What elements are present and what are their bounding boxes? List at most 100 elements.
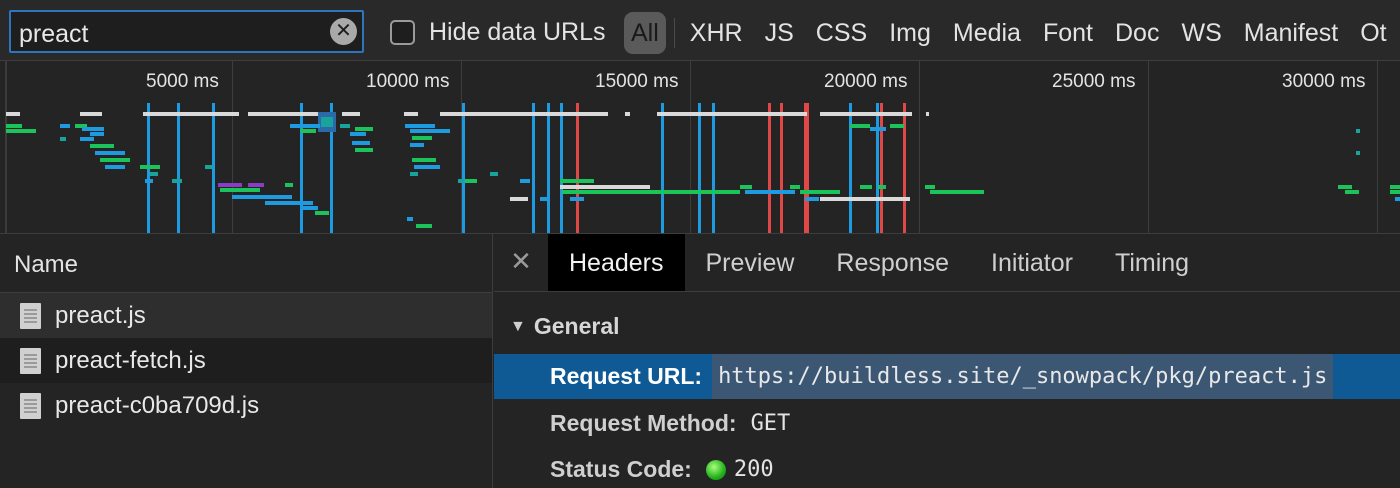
request-bar <box>465 179 477 183</box>
request-bar <box>90 132 104 136</box>
request-bar <box>510 197 528 201</box>
request-bar <box>80 112 102 116</box>
network-overview-timeline[interactable]: 5000 ms 10000 ms 15000 ms 20000 ms 25000… <box>0 61 1400 234</box>
details-tab-bar: ✕ Headers Preview Response Initiator Tim… <box>494 234 1400 292</box>
general-section-title: General <box>533 313 620 339</box>
request-bar <box>800 190 840 194</box>
type-filter-xhr[interactable]: XHR <box>679 12 754 54</box>
request-bar <box>6 112 20 116</box>
request-bar <box>416 224 432 228</box>
dom-content-loaded-line <box>849 103 852 233</box>
close-circle-icon[interactable]: ✕ <box>330 18 357 45</box>
type-filter-js[interactable]: JS <box>754 12 805 54</box>
request-bar <box>350 132 366 136</box>
resource-type-filters: All XHR JS CSS Img Media Font Doc WS Man… <box>624 12 1398 54</box>
type-filter-css[interactable]: CSS <box>805 12 878 54</box>
request-bar <box>150 172 158 176</box>
hide-data-urls-label[interactable]: Hide data URLs <box>429 18 605 47</box>
request-bar <box>1390 190 1400 194</box>
load-event-line <box>576 103 579 233</box>
request-bar <box>560 179 594 183</box>
close-icon[interactable]: ✕ <box>494 234 548 291</box>
request-name: preact-c0ba709d.js <box>55 391 260 419</box>
header-value[interactable]: 200 <box>734 457 774 482</box>
type-filter-other[interactable]: Ot <box>1349 12 1397 54</box>
type-filter-ws[interactable]: WS <box>1170 12 1232 54</box>
name-column-header[interactable]: Name <box>0 234 492 293</box>
request-row-preact-fetch-js[interactable]: preact-fetch.js <box>0 338 492 383</box>
tab-preview[interactable]: Preview <box>685 234 816 291</box>
header-row-request-method[interactable]: Request Method: GET <box>494 401 1400 446</box>
header-key: Status Code: <box>550 456 692 482</box>
request-bar <box>414 165 440 169</box>
header-key: Request URL: <box>550 363 703 389</box>
request-name: preact.js <box>55 301 146 329</box>
request-bar <box>321 117 333 127</box>
request-bar <box>820 197 910 201</box>
request-bar <box>404 112 418 116</box>
hide-data-urls-toggle[interactable]: Hide data URLs <box>390 18 605 47</box>
request-bar <box>82 127 104 131</box>
header-value[interactable]: https://buildless.site/_snowpack/pkg/pre… <box>712 354 1334 399</box>
request-bar <box>143 112 239 116</box>
dom-content-loaded-line <box>462 103 465 233</box>
tab-response[interactable]: Response <box>815 234 970 291</box>
request-bar <box>218 183 242 187</box>
header-value[interactable]: GET <box>751 411 791 436</box>
header-row-request-url[interactable]: Request URL: https://buildless.site/_sno… <box>494 354 1400 399</box>
tab-headers[interactable]: Headers <box>548 234 685 291</box>
request-bar <box>248 183 264 187</box>
request-row-preact-js[interactable]: preact.js <box>0 293 492 338</box>
request-bar <box>145 179 153 183</box>
request-bar <box>805 197 819 201</box>
dom-content-loaded-line <box>698 103 701 233</box>
request-bar <box>930 190 984 194</box>
request-bar <box>850 124 870 128</box>
dom-content-loaded-line <box>560 103 563 233</box>
filter-search-input[interactable]: preact ✕ <box>9 10 364 53</box>
type-filter-all[interactable]: All <box>624 12 666 54</box>
request-bar <box>925 185 935 189</box>
request-bar <box>820 112 912 116</box>
request-bar <box>657 112 807 116</box>
request-bar <box>1338 185 1352 189</box>
header-row-status-code[interactable]: Status Code: 200 <box>494 447 1400 488</box>
type-filter-manifest[interactable]: Manifest <box>1233 12 1349 54</box>
network-filter-bar: preact ✕ Hide data URLs All XHR JS CSS I… <box>0 0 1400 61</box>
request-bar <box>540 197 550 201</box>
request-bar <box>352 141 370 145</box>
hide-data-urls-checkbox[interactable] <box>390 20 415 45</box>
type-filter-img[interactable]: Img <box>878 12 942 54</box>
tab-timing[interactable]: Timing <box>1094 234 1210 291</box>
request-bar <box>740 185 752 189</box>
request-list: Name preact.js preact-fetch.js preact-c0… <box>0 234 493 488</box>
request-bar <box>95 151 125 155</box>
request-bar <box>285 183 293 187</box>
request-bar <box>80 137 94 141</box>
general-section-toggle[interactable]: ▼ General <box>510 313 620 340</box>
load-event-line <box>880 103 883 233</box>
request-bar <box>1356 151 1360 155</box>
request-bar <box>1356 129 1360 133</box>
request-bar <box>412 136 432 140</box>
request-bar <box>625 112 630 116</box>
request-row-preact-c0ba709d-js[interactable]: preact-c0ba709d.js <box>0 383 492 428</box>
request-bar <box>340 124 350 128</box>
file-document-icon <box>20 302 41 329</box>
type-filter-doc[interactable]: Doc <box>1104 12 1170 54</box>
status-green-dot-icon <box>705 459 726 480</box>
tab-initiator[interactable]: Initiator <box>970 234 1094 291</box>
request-bar <box>248 112 318 116</box>
request-bar <box>407 217 413 221</box>
filter-search-value[interactable]: preact <box>19 20 88 49</box>
dom-content-loaded-line <box>177 103 180 233</box>
request-bar <box>745 190 795 194</box>
type-filter-media[interactable]: Media <box>942 12 1032 54</box>
dom-content-loaded-line <box>712 103 715 233</box>
request-bar <box>6 124 22 128</box>
header-key: Request Method: <box>550 410 737 436</box>
triangle-down-icon: ▼ <box>510 317 526 335</box>
type-filter-font[interactable]: Font <box>1032 12 1104 54</box>
request-bar <box>205 165 213 169</box>
file-document-icon <box>20 392 41 419</box>
